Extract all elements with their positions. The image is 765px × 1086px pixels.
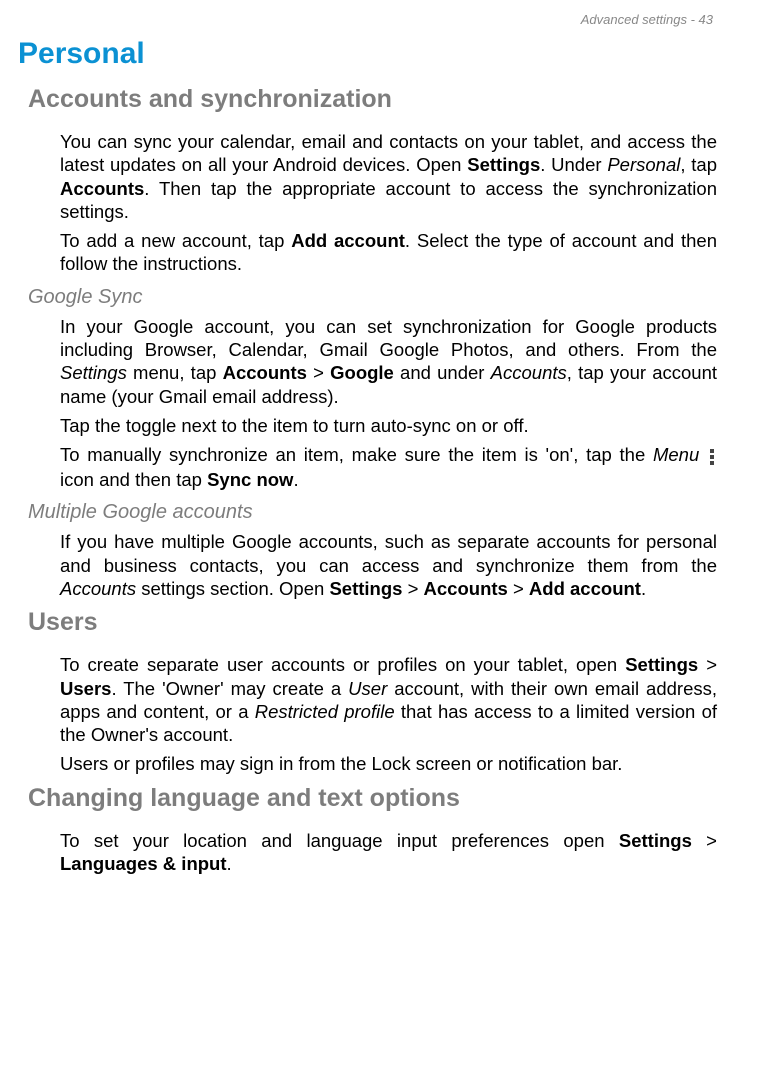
text-bold: Settings	[619, 830, 692, 851]
text-bold: Add account	[529, 578, 641, 599]
text-italic: Settings	[60, 362, 127, 383]
text: , tap	[680, 154, 717, 175]
text: To create separate user accounts or prof…	[60, 654, 625, 675]
text-bold: Accounts	[223, 362, 307, 383]
menu-overflow-icon	[709, 445, 715, 468]
heading-multiple-accounts: Multiple Google accounts	[28, 501, 717, 524]
text-italic: Menu	[653, 444, 699, 465]
text: .	[227, 853, 232, 874]
text-bold: Settings	[329, 578, 402, 599]
paragraph-manual-sync: To manually synchronize an item, make su…	[60, 443, 717, 491]
text: . Then tap the appropriate account to ac…	[60, 178, 717, 222]
text: .	[641, 578, 646, 599]
text: To manually synchronize an item, make su…	[60, 444, 653, 465]
text: . Under	[540, 154, 607, 175]
paragraph-users-2: Users or profiles may sign in from the L…	[60, 752, 717, 775]
heading-accounts-sync: Accounts and synchronization	[28, 85, 717, 114]
text: .	[293, 469, 298, 490]
text: >	[402, 578, 423, 599]
text: . The 'Owner' may create a	[111, 678, 348, 699]
paragraph-users-1: To create separate user accounts or prof…	[60, 653, 717, 746]
text-bold: Users	[60, 678, 111, 699]
text-bold: Add account	[291, 230, 405, 251]
text: menu, tap	[127, 362, 223, 383]
text: >	[508, 578, 529, 599]
text-italic: Personal	[607, 154, 680, 175]
text-bold: Settings	[625, 654, 698, 675]
text: >	[307, 362, 330, 383]
text: >	[698, 654, 717, 675]
heading-google-sync: Google Sync	[28, 286, 717, 309]
heading-personal: Personal	[18, 37, 717, 71]
text-italic: Accounts	[491, 362, 567, 383]
heading-language: Changing language and text options	[28, 784, 717, 813]
paragraph-add-account: To add a new account, tap Add account. S…	[60, 229, 717, 276]
paragraph-sync-intro: You can sync your calendar, email and co…	[60, 130, 717, 223]
text-bold: Sync now	[207, 469, 293, 490]
text: In your Google account, you can set sync…	[60, 316, 717, 360]
text: icon and then tap	[60, 469, 207, 490]
paragraph-language: To set your location and language input …	[60, 829, 717, 876]
text-bold: Settings	[467, 154, 540, 175]
text: If you have multiple Google accounts, su…	[60, 531, 717, 575]
text: To add a new account, tap	[60, 230, 291, 251]
text-bold: Accounts	[60, 178, 144, 199]
text-bold: Accounts	[424, 578, 508, 599]
paragraph-google-sync: In your Google account, you can set sync…	[60, 315, 717, 408]
paragraph-toggle: Tap the toggle next to the item to turn …	[60, 414, 717, 437]
text-bold: Google	[330, 362, 394, 383]
text: and under	[394, 362, 491, 383]
text-italic: User	[348, 678, 387, 699]
page-header: Advanced settings - 43	[48, 12, 717, 27]
text: >	[692, 830, 717, 851]
text-italic: Restricted profile	[255, 701, 395, 722]
text: settings section. Open	[136, 578, 329, 599]
text-bold: Languages & input	[60, 853, 227, 874]
paragraph-multiple-accounts: If you have multiple Google accounts, su…	[60, 530, 717, 600]
heading-users: Users	[28, 608, 717, 637]
text-italic: Accounts	[60, 578, 136, 599]
text: To set your location and language input …	[60, 830, 619, 851]
